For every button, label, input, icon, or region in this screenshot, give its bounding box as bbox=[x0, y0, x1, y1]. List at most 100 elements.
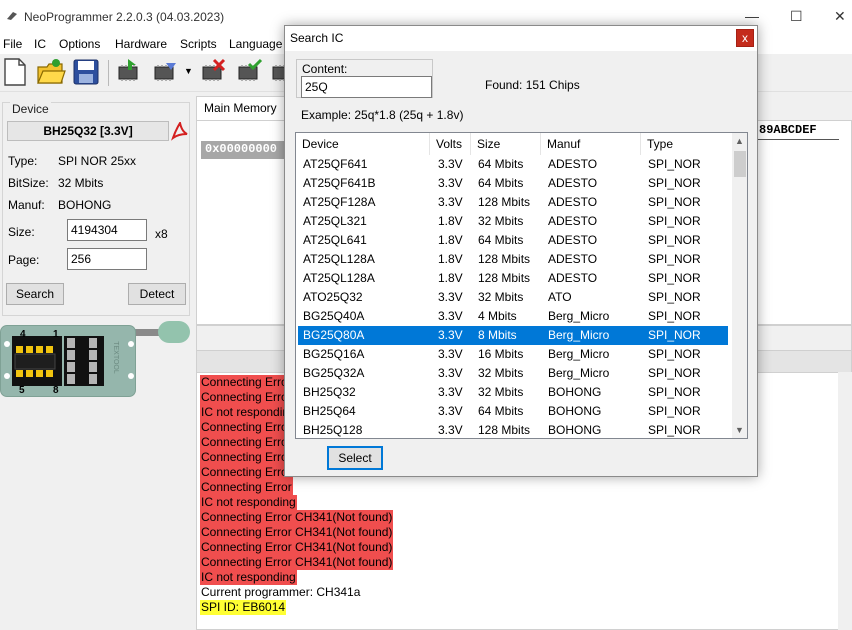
tab-main-memory[interactable]: Main Memory bbox=[196, 96, 288, 121]
log-line: Connecting Error bbox=[200, 420, 293, 435]
chip-list-row[interactable]: AT25QF641 3.3V 64 Mbits ADESTO SPI_NOR bbox=[298, 155, 728, 174]
log-line: Connecting Error CH341(Not found) bbox=[200, 540, 394, 555]
chip-list-row[interactable]: BH25Q32 3.3V 32 Mbits BOHONG SPI_NOR bbox=[298, 383, 728, 402]
row-type: SPI_NOR bbox=[648, 271, 701, 285]
chip-list-row[interactable]: AT25QF128A 3.3V 128 Mbits ADESTO SPI_NOR bbox=[298, 193, 728, 212]
row-volts: 3.3V bbox=[438, 366, 463, 380]
row-device: BG25Q32A bbox=[303, 366, 365, 380]
row-size: 64 Mbits bbox=[478, 176, 524, 190]
log-line: Connecting Error bbox=[200, 480, 293, 495]
row-size: 32 Mbits bbox=[478, 385, 524, 399]
chip-list[interactable]: Device Volts Size Manuf Type AT25QF641 3.… bbox=[295, 132, 748, 439]
pin1-label: 1 bbox=[53, 329, 59, 340]
row-volts: 3.3V bbox=[438, 423, 463, 437]
dropdown-arrow-icon[interactable]: ▼ bbox=[184, 66, 193, 76]
row-type: SPI_NOR bbox=[648, 423, 701, 437]
menu-language[interactable]: Language bbox=[229, 37, 282, 51]
menu-scripts[interactable]: Scripts bbox=[180, 37, 217, 51]
search-button[interactable]: Search bbox=[6, 283, 64, 305]
socket-lever-handle[interactable] bbox=[158, 321, 190, 343]
chip-list-row[interactable]: ATO25Q32 3.3V 32 Mbits ATO SPI_NOR bbox=[298, 288, 728, 307]
dialog-close-button[interactable]: x bbox=[736, 29, 754, 47]
row-type: SPI_NOR bbox=[648, 366, 701, 380]
open-folder-icon[interactable] bbox=[36, 57, 66, 87]
read-chip-icon[interactable] bbox=[114, 57, 144, 87]
chip-list-row[interactable]: AT25QL128A 1.8V 128 Mbits ADESTO SPI_NOR bbox=[298, 250, 728, 269]
chip-list-row[interactable]: BH25Q64 3.3V 64 Mbits BOHONG SPI_NOR bbox=[298, 402, 728, 421]
hex-header-underline bbox=[757, 139, 839, 140]
save-icon[interactable] bbox=[71, 57, 101, 87]
menu-hardware[interactable]: Hardware bbox=[115, 37, 167, 51]
menu-file[interactable]: File bbox=[3, 37, 22, 51]
col-size[interactable]: Size bbox=[471, 133, 541, 155]
row-device: BG25Q80A bbox=[303, 328, 365, 342]
chip-menu-icon[interactable] bbox=[150, 57, 180, 87]
row-size: 16 Mbits bbox=[478, 347, 524, 361]
row-volts: 3.3V bbox=[438, 328, 463, 342]
content-search-input[interactable]: 25Q bbox=[301, 76, 432, 98]
col-device[interactable]: Device bbox=[296, 133, 430, 155]
row-manuf: ADESTO bbox=[548, 214, 598, 228]
minimize-button[interactable]: — bbox=[745, 8, 759, 24]
row-volts: 3.3V bbox=[438, 347, 463, 361]
chip-list-row[interactable]: AT25QF641B 3.3V 64 Mbits ADESTO SPI_NOR bbox=[298, 174, 728, 193]
col-type[interactable]: Type bbox=[641, 133, 732, 155]
row-volts: 3.3V bbox=[438, 195, 463, 209]
page-field[interactable]: 256 bbox=[67, 248, 147, 270]
chip-list-row[interactable]: BH25Q128 3.3V 128 Mbits BOHONG SPI_NOR bbox=[298, 421, 728, 438]
scroll-down-icon[interactable]: ▼ bbox=[735, 425, 744, 435]
row-type: SPI_NOR bbox=[648, 309, 701, 323]
row-manuf: BOHONG bbox=[548, 385, 602, 399]
size-label: Size: bbox=[8, 225, 35, 239]
size-field[interactable]: 4194304 bbox=[67, 219, 147, 241]
chip-list-row[interactable]: BG25Q40A 3.3V 4 Mbits Berg_Micro SPI_NOR bbox=[298, 307, 728, 326]
row-device: BH25Q128 bbox=[303, 423, 363, 437]
log-line: Connecting Error CH341(Not found) bbox=[200, 525, 394, 540]
row-manuf: Berg_Micro bbox=[548, 309, 610, 323]
chip-list-row[interactable]: BG25Q32A 3.3V 32 Mbits Berg_Micro SPI_NOR bbox=[298, 364, 728, 383]
scroll-up-icon[interactable]: ▲ bbox=[735, 136, 744, 146]
detect-button[interactable]: Detect bbox=[128, 283, 186, 305]
socket-brand: TEXTOOL bbox=[111, 341, 119, 374]
scroll-thumb[interactable] bbox=[734, 151, 746, 177]
row-type: SPI_NOR bbox=[648, 385, 701, 399]
log-line: SPI ID: EB6014 bbox=[200, 600, 287, 615]
chip-list-row[interactable]: AT25QL321 1.8V 32 Mbits ADESTO SPI_NOR bbox=[298, 212, 728, 231]
row-device: BG25Q40A bbox=[303, 309, 365, 323]
close-window-button[interactable]: ✕ bbox=[834, 8, 846, 25]
manuf-label: Manuf: bbox=[8, 198, 45, 212]
row-volts: 1.8V bbox=[438, 214, 463, 228]
row-type: SPI_NOR bbox=[648, 404, 701, 418]
row-manuf: Berg_Micro bbox=[548, 366, 610, 380]
hex-address: 0x00000000 bbox=[201, 141, 287, 159]
log-line: Current programmer: CH341a bbox=[201, 585, 361, 599]
row-type: SPI_NOR bbox=[648, 176, 701, 190]
row-manuf: BOHONG bbox=[548, 404, 602, 418]
pin4-label: 4 bbox=[20, 329, 26, 340]
row-size: 64 Mbits bbox=[478, 157, 524, 171]
select-button[interactable]: Select bbox=[327, 446, 383, 470]
chip-list-row[interactable]: BG25Q80A 3.3V 8 Mbits Berg_Micro SPI_NOR bbox=[298, 326, 728, 345]
chip-list-row[interactable]: AT25QL128A 1.8V 128 Mbits ADESTO SPI_NOR bbox=[298, 269, 728, 288]
col-manuf[interactable]: Manuf bbox=[541, 133, 641, 155]
window-title: NeoProgrammer 2.2.0.3 (04.03.2023) bbox=[24, 10, 225, 24]
row-type: SPI_NOR bbox=[648, 214, 701, 228]
row-type: SPI_NOR bbox=[648, 328, 701, 342]
log-scrollbar[interactable] bbox=[838, 372, 852, 630]
row-device: AT25QL641 bbox=[303, 233, 367, 247]
chip-list-row[interactable]: AT25QL641 1.8V 64 Mbits ADESTO SPI_NOR bbox=[298, 231, 728, 250]
pdf-datasheet-icon[interactable] bbox=[171, 122, 189, 141]
menu-ic[interactable]: IC bbox=[34, 37, 46, 51]
write-chip-icon[interactable] bbox=[234, 57, 264, 87]
row-device: AT25QL128A bbox=[303, 252, 375, 266]
maximize-button[interactable]: ☐ bbox=[790, 8, 803, 25]
chip-list-scrollbar[interactable]: ▲ ▼ bbox=[732, 133, 747, 438]
menu-options[interactable]: Options bbox=[59, 37, 100, 51]
row-volts: 3.3V bbox=[438, 404, 463, 418]
new-file-icon[interactable] bbox=[0, 57, 30, 87]
erase-chip-icon[interactable] bbox=[198, 57, 228, 87]
col-volts[interactable]: Volts bbox=[430, 133, 471, 155]
row-device: AT25QF641 bbox=[303, 157, 368, 171]
chip-list-row[interactable]: BG25Q16A 3.3V 16 Mbits Berg_Micro SPI_NOR bbox=[298, 345, 728, 364]
device-name: BH25Q32 [3.3V] bbox=[7, 121, 169, 141]
